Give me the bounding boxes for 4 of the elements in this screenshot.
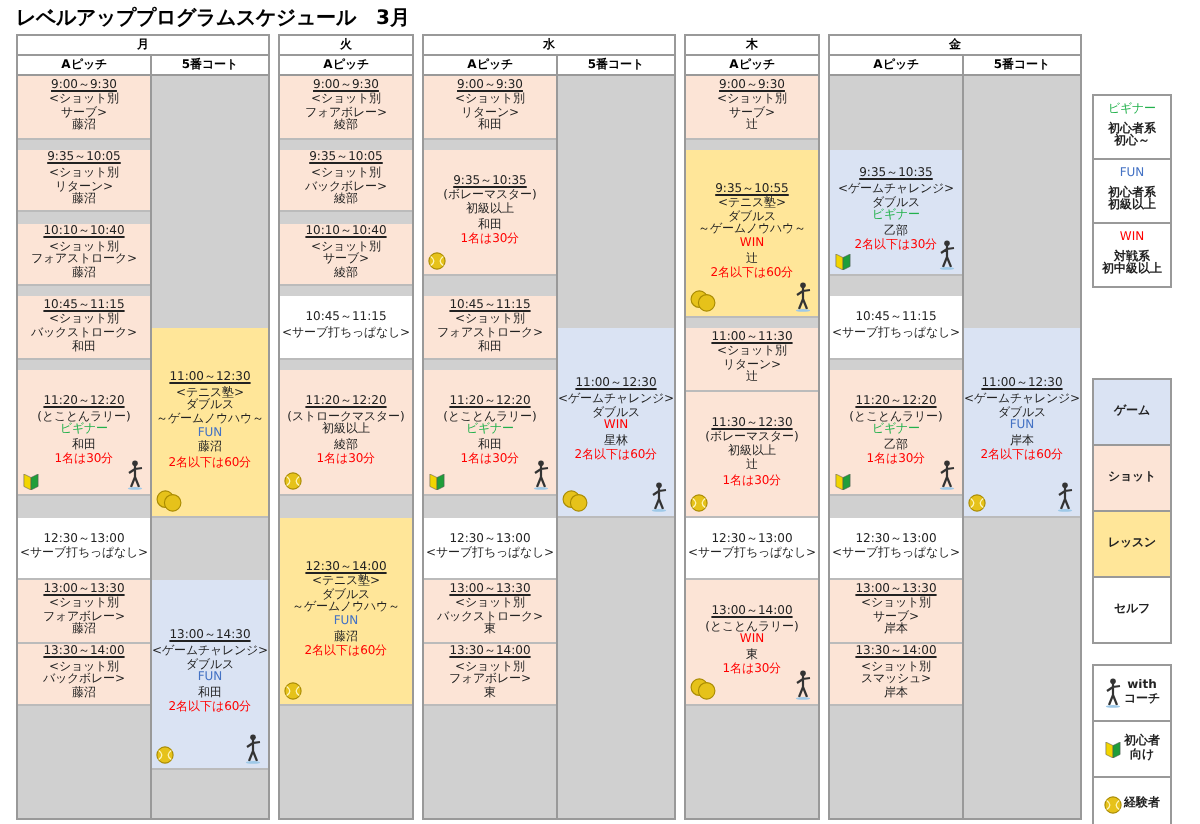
coach-figure-icon [1104, 678, 1122, 708]
beginner-mark-icon [1104, 741, 1122, 757]
tennis-ball-icon [1104, 796, 1122, 814]
page-title: レベルアッププログラムスケジュール 3月 [16, 6, 412, 34]
